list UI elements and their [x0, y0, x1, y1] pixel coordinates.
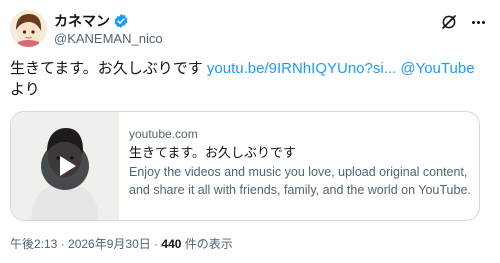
play-icon[interactable]	[41, 142, 89, 190]
tweet: カネマン @KANEMAN_nico 生きてます。お久しぶりです youtu.b…	[0, 0, 500, 263]
view-count: 440	[161, 237, 182, 251]
verified-badge-icon	[114, 14, 128, 28]
tweet-date[interactable]: 2026年9月30日	[68, 237, 151, 251]
tweet-link-url[interactable]: youtu.be/9IRNhIQYUno?si...	[207, 60, 396, 77]
view-count-label: 件の表示	[181, 237, 233, 251]
tweet-text-part2: より	[10, 81, 40, 98]
tweet-meta: 午後2:13 · 2026年9月30日 · 440 件の表示	[10, 235, 233, 252]
avatar[interactable]	[10, 10, 47, 47]
card-body: youtube.com 生きてます。お久しぶりです Enjoy the vide…	[129, 126, 471, 199]
tweet-text-part1: 生きてます。お久しぶりです	[10, 60, 207, 77]
meta-separator: ·	[150, 237, 162, 251]
avatar-image	[10, 10, 47, 47]
card-domain: youtube.com	[129, 127, 198, 141]
grok-icon[interactable]	[440, 13, 458, 31]
meta-separator: ·	[57, 237, 69, 251]
more-icon[interactable]	[466, 13, 490, 31]
name-row: カネマン	[54, 11, 129, 31]
video-thumbnail[interactable]	[11, 112, 119, 220]
user-handle[interactable]: @KANEMAN_nico	[54, 31, 163, 46]
display-name[interactable]: カネマン	[54, 11, 110, 31]
tweet-mention-link[interactable]: @YouTube	[400, 60, 474, 77]
link-preview-card[interactable]: youtube.com 生きてます。お久しぶりです Enjoy the vide…	[10, 111, 480, 221]
tweet-time[interactable]: 午後2:13	[10, 237, 57, 251]
card-title: 生きてます。お久しぶりです	[129, 145, 297, 160]
card-description: Enjoy the videos and music you love, upl…	[129, 165, 471, 197]
tweet-text: 生きてます。お久しぶりです youtu.be/9IRNhIQYUno?si...…	[10, 58, 480, 100]
